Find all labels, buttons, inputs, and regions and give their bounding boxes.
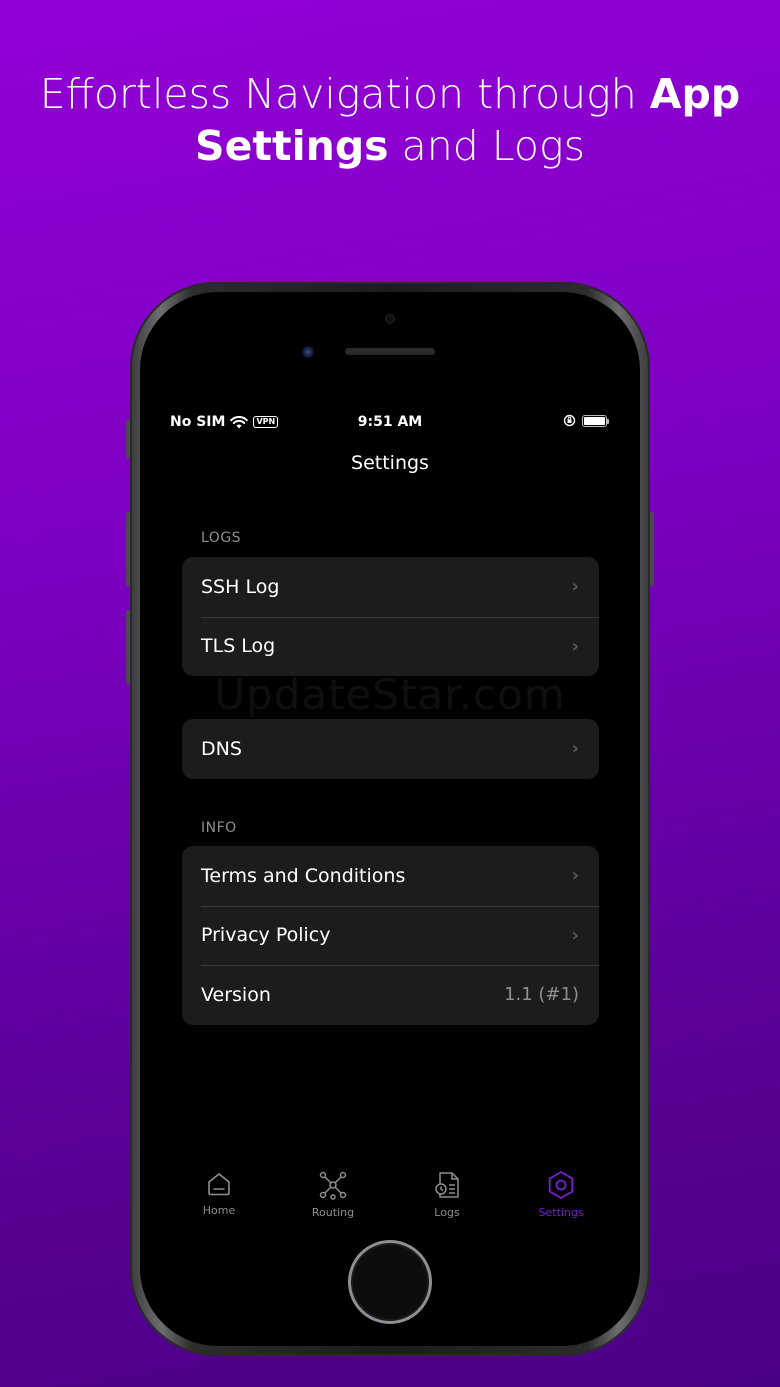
chevron-right-icon: › [571, 865, 579, 887]
row-label: Privacy Policy [201, 924, 331, 947]
battery-icon [582, 414, 609, 427]
orientation-lock-icon [563, 414, 576, 427]
chevron-right-icon: › [571, 635, 579, 657]
headline: Effortless Navigation through App Settin… [0, 68, 780, 172]
tab-label: Home [202, 1204, 236, 1217]
tab-label: Routing [311, 1206, 355, 1219]
row-label: SSH Log [201, 575, 280, 598]
watermark: UpdateStar.com [214, 670, 566, 719]
front-camera [302, 346, 314, 358]
version-value: 1.1 (#1) [504, 984, 579, 1006]
list-item-tls-log[interactable]: TLS Log › [182, 616, 599, 677]
network-icon [319, 1171, 347, 1200]
tab-home[interactable]: Home [174, 1170, 264, 1217]
tab-logs[interactable]: Logs [402, 1170, 492, 1219]
hexagon-gear-icon [548, 1171, 574, 1199]
chevron-right-icon: › [571, 738, 579, 760]
status-right [563, 414, 609, 427]
chevron-right-icon: › [571, 576, 579, 598]
tab-routing[interactable]: Routing [288, 1170, 378, 1219]
house-icon [208, 1173, 230, 1196]
headline-bold2: Settings [195, 122, 389, 170]
row-label: Terms and Conditions [201, 864, 406, 887]
tab-label: Settings [538, 1206, 584, 1219]
document-clock-icon [435, 1172, 459, 1198]
list-item-privacy[interactable]: Privacy Policy › [182, 905, 599, 966]
section-header-info: INFO [201, 820, 237, 836]
status-time: 9:51 AM [357, 414, 423, 430]
headline-part1: Effortless Navigation through [39, 70, 650, 118]
list-item-ssh-log[interactable]: SSH Log › [182, 557, 599, 617]
row-label: Version [201, 983, 271, 1006]
section-header-logs: LOGS [201, 530, 242, 546]
page-title: Settings [351, 452, 429, 474]
proximity-sensor [385, 314, 395, 324]
chevron-right-icon: › [571, 924, 579, 946]
row-label: DNS [201, 737, 242, 760]
home-button[interactable] [348, 1240, 432, 1324]
list-item-terms[interactable]: Terms and Conditions › [182, 846, 599, 906]
info-group: Terms and Conditions › Privacy Policy › … [182, 846, 599, 1025]
tab-settings[interactable]: Settings [516, 1170, 606, 1219]
tab-label: Logs [434, 1206, 460, 1219]
dns-group: DNS › [182, 719, 599, 779]
headline-part2: and Logs [388, 122, 585, 170]
logs-group: SSH Log › TLS Log › [182, 557, 599, 676]
list-item-dns[interactable]: DNS › [182, 719, 599, 779]
headline-bold1: App [649, 70, 741, 118]
row-label: TLS Log [201, 635, 276, 658]
list-item-version: Version 1.1 (#1) [182, 965, 599, 1025]
earpiece [345, 348, 435, 355]
